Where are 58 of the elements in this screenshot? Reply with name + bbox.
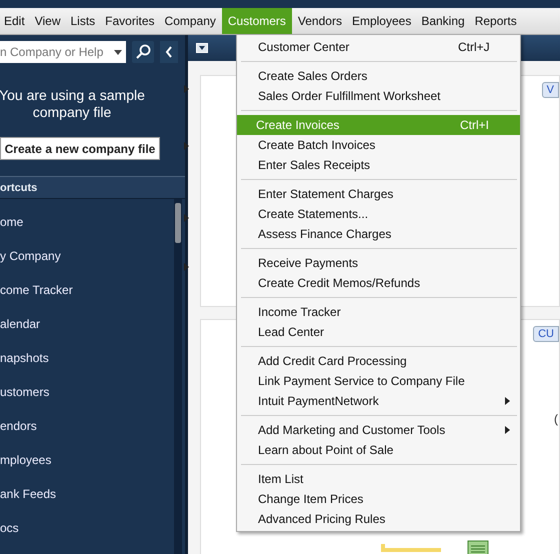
menu-entry[interactable]: Intuit PaymentNetwork [239, 391, 518, 411]
menu-item[interactable]: Lists [66, 8, 100, 34]
menu-item[interactable]: Employees [348, 8, 416, 34]
menu-item[interactable]: Edit [0, 8, 29, 34]
dropdown-icon[interactable] [196, 43, 208, 53]
menu-entry[interactable]: Add Marketing and Customer Tools [239, 420, 518, 440]
menu-entry[interactable]: Enter Sales Receipts [239, 155, 518, 175]
search-button[interactable] [132, 41, 154, 64]
menu-item[interactable]: Reports [470, 8, 521, 34]
search-icon [135, 44, 151, 60]
ledger-icon [467, 540, 489, 554]
shortcuts-header: ortcuts [0, 182, 38, 194]
menu-entry[interactable]: Create Statements... [239, 204, 518, 224]
shortcut-item[interactable]: mployees [0, 453, 52, 467]
menu-entry[interactable]: Sales Order Fulfillment Worksheet [239, 86, 518, 106]
menu-item[interactable]: View [30, 8, 64, 34]
chevron-left-icon [165, 46, 173, 58]
shortcut-item[interactable]: alendar [0, 317, 40, 331]
menu-entry[interactable]: Item List [239, 469, 518, 489]
shortcut-item[interactable]: ustomers [0, 385, 50, 399]
create-company-button[interactable]: Create a new company file [0, 137, 160, 160]
menu-entry[interactable]: Change Item Prices [239, 489, 518, 509]
menu-entry[interactable]: Receive Payments [239, 253, 518, 273]
menu-entry[interactable]: Income Tracker [239, 302, 518, 322]
shortcut-item[interactable]: come Tracker [0, 283, 73, 297]
menu-entry[interactable]: Advanced Pricing Rules [239, 509, 518, 529]
menu-entry[interactable]: Create Sales Orders [239, 66, 518, 86]
menu-entry[interactable]: Customer Center Ctrl+J [239, 37, 518, 57]
arrow-icon [184, 85, 189, 93]
cut-text: ( [554, 412, 558, 426]
scrollbar-thumb[interactable] [175, 203, 181, 243]
menu-item[interactable]: Vendors [294, 8, 346, 34]
arrow-icon [184, 142, 189, 150]
arrow-icon [184, 263, 189, 271]
menu-item[interactable]: Banking [417, 8, 469, 34]
menu-entry[interactable]: Add Credit Card Processing [239, 351, 518, 371]
shortcut-item[interactable]: ank Feeds [0, 487, 56, 501]
shortcut-item[interactable]: y Company [0, 249, 61, 263]
menu-entry[interactable]: Lead Center [239, 322, 518, 342]
shortcut-item[interactable]: endors [0, 419, 37, 433]
shortcut-item[interactable]: ocs [0, 521, 19, 535]
menu-item[interactable]: Favorites [101, 8, 159, 34]
collapse-button[interactable] [160, 41, 178, 64]
menu-entry[interactable]: Assess Finance Charges [239, 224, 518, 244]
caret-icon [114, 50, 122, 55]
search-field[interactable]: n Company or Help [0, 41, 126, 64]
menu-entry[interactable]: Learn about Point of Sale [239, 440, 518, 460]
menu-entry[interactable]: Create Batch Invoices [239, 135, 518, 155]
connector-line [381, 544, 441, 554]
shortcut-item[interactable]: ome [0, 215, 24, 229]
menu-entry[interactable]: Create Credit Memos/Refunds [239, 273, 518, 293]
menu-entry[interactable]: Link Payment Service to Company File [239, 371, 518, 391]
menu-entry[interactable]: Enter Statement Charges [239, 184, 518, 204]
panel-tab[interactable]: CU [533, 326, 559, 342]
menu-item[interactable]: Company [160, 8, 220, 34]
panel-tab[interactable]: V [542, 82, 559, 98]
shortcut-item[interactable]: napshots [0, 351, 49, 365]
arrow-icon [184, 214, 189, 222]
